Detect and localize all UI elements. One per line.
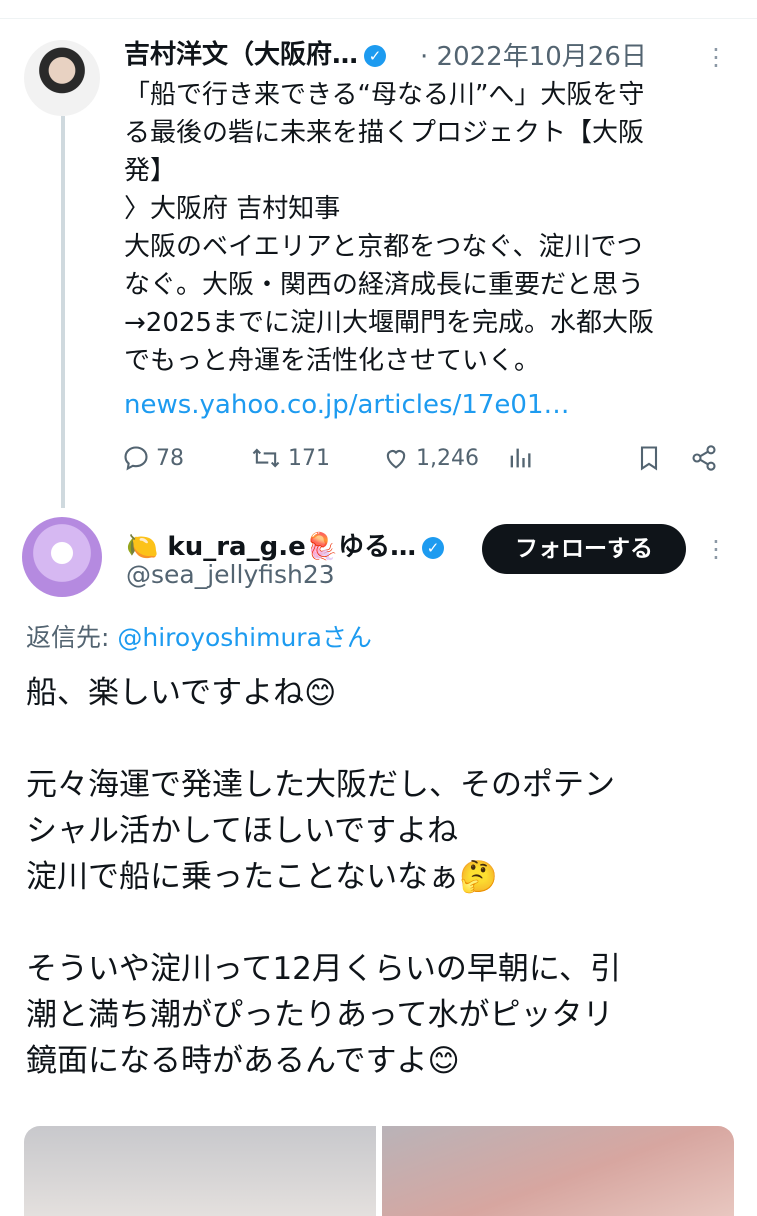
avatar[interactable] [22, 517, 102, 597]
tweet-text-line [26, 900, 736, 946]
tweet-text-line: 潮と満ち潮がぴったりあって水がピッタリ [26, 997, 614, 1033]
tweet-text-line: 船、楽しいですよね😊 [26, 675, 337, 711]
more-icon[interactable]: · · · [704, 530, 728, 570]
tweet-text-line [26, 716, 736, 762]
reply-to: 返信先: @hiroyoshimuraさん [26, 618, 372, 654]
like-button[interactable]: 1,246 [382, 444, 479, 472]
like-count: 1,246 [416, 445, 479, 471]
tweet-text: 船、楽しいですよね😊 元々海運で発達した大阪だし、そのポテン シャル活かしてほし… [26, 670, 736, 1084]
author-name[interactable]: 🍋 ku_ra_g.e🪼ゆる… ✓ [126, 526, 445, 563]
tweet-text: 「船で行き来できる“母なる川”へ」大阪を守 る最後の砦に未来を描くプロジェクト【… [124, 76, 734, 380]
thread-connector-line [61, 116, 65, 508]
tweet-text-line: でもっと舟運を活性化させていく。 [124, 346, 541, 376]
follow-button[interactable]: フォローする [482, 524, 686, 574]
retweet-count: 171 [288, 445, 330, 471]
retweet-icon [252, 448, 280, 468]
retweet-button[interactable]: 171 [250, 444, 330, 472]
tweet-text-line: 「船で行き来できる“母なる川”へ」大阪を守 [124, 80, 645, 110]
tweet-text-line: 発】 [124, 156, 177, 186]
tweet-meta: · 2022年10月26日 [420, 36, 647, 73]
tweet-text-line: →2025までに淀川大堰閘門を完成。水都大阪 [124, 308, 654, 338]
tweet-image[interactable] [24, 1126, 376, 1216]
more-icon[interactable]: · · · [704, 38, 728, 78]
top-divider [0, 0, 757, 19]
reply-count: 78 [156, 445, 184, 471]
tweet-text-line: 淀川で船に乗ったことないなぁ🤔 [26, 859, 498, 895]
reply-mention-link[interactable]: @hiroyoshimuraさん [117, 623, 372, 652]
tweet-image[interactable] [382, 1126, 734, 1216]
bookmark-icon [640, 446, 658, 471]
views-icon [510, 448, 531, 468]
tweet-text-line: る最後の砦に未来を描くプロジェクト【大阪 [124, 118, 645, 148]
reply-to-label: 返信先: [26, 623, 118, 652]
tweet-text-line: シャル活かしてほしいですよね [26, 813, 459, 849]
avatar[interactable] [24, 40, 100, 116]
share-button[interactable] [690, 444, 718, 472]
bookmark-button[interactable] [636, 444, 662, 472]
reply-button[interactable]: 78 [122, 444, 184, 472]
verified-badge-icon: ✓ [422, 536, 445, 559]
meta-separator: · [420, 42, 429, 72]
like-icon [386, 450, 406, 469]
article-link[interactable]: news.yahoo.co.jp/articles/17e01… [124, 390, 570, 420]
tweet-text-line: 鏡面になる時があるんですよ😊 [26, 1043, 460, 1079]
tweet-text-line: 大阪のベイエリアと京都をつなぐ、淀川でつ [124, 232, 643, 262]
author-name[interactable]: 吉村洋文（大阪府… ✓ [124, 34, 387, 71]
tweet-text-line: そういや淀川って12月くらいの早朝に、引 [26, 951, 621, 987]
tweet-text-line: なぐ。大阪・関西の経済成長に重要だと思う [124, 270, 645, 300]
tweet-date[interactable]: 2022年10月26日 [437, 42, 647, 72]
reply-icon [124, 446, 148, 471]
author-handle[interactable]: @sea_jellyfish23 [126, 560, 335, 589]
verified-badge-icon: ✓ [364, 44, 387, 67]
author-name-text[interactable]: 吉村洋文（大阪府… [124, 40, 358, 70]
views-button[interactable] [506, 444, 534, 472]
tweet-text-line: 〉大阪府 吉村知事 [124, 194, 341, 224]
share-icon [692, 445, 716, 471]
author-name-text[interactable]: 🍋 ku_ra_g.e🪼ゆる… [126, 532, 416, 562]
tweet-text-line: 元々海運で発達した大阪だし、そのポテン [26, 767, 615, 803]
